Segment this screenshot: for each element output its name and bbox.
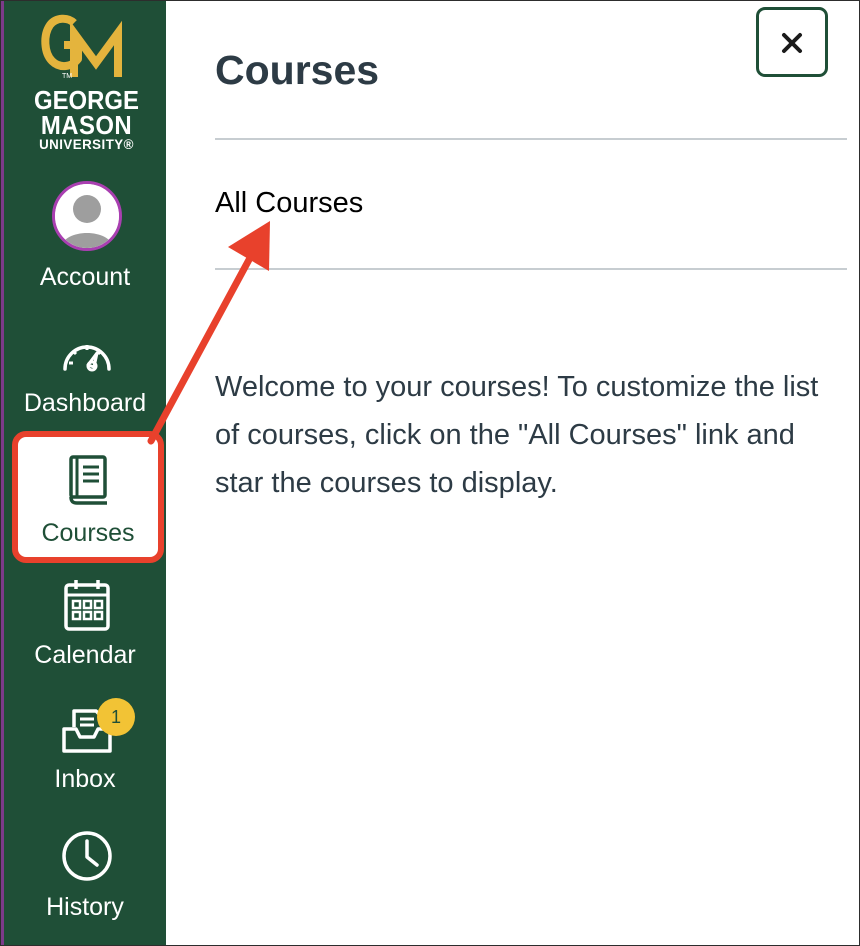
- dashboard-gauge-icon: [62, 345, 111, 372]
- calendar-icon: [63, 580, 110, 631]
- close-tray-button[interactable]: [756, 7, 828, 77]
- tray-title: Courses: [215, 47, 380, 93]
- trademark-mark: TM: [62, 73, 73, 80]
- app-frame: TM GEORGE MASON UNIVERSITY® Account Dash…: [0, 0, 860, 946]
- nav-item-dashboard[interactable]: Dashboard: [4, 321, 169, 431]
- avatar: [52, 181, 122, 251]
- user-silhouette-icon: [55, 184, 119, 248]
- nav-item-history[interactable]: History: [4, 823, 169, 933]
- nav-label-account: Account: [39, 263, 131, 291]
- nav-item-account[interactable]: Account: [4, 171, 169, 301]
- gm-monogram-icon: [41, 14, 122, 77]
- divider-top: [215, 138, 847, 140]
- global-navigation: TM GEORGE MASON UNIVERSITY® Account Dash…: [1, 1, 166, 945]
- nav-label-inbox: Inbox: [54, 765, 116, 793]
- nav-label-history: History: [46, 893, 124, 921]
- nav-item-calendar[interactable]: Calendar: [4, 573, 169, 683]
- logo-line-university: UNIVERSITY®: [39, 136, 134, 152]
- all-courses-link[interactable]: All Courses: [215, 187, 363, 220]
- inbox-unread-badge: 1: [97, 698, 135, 736]
- nav-label-dashboard: Dashboard: [23, 389, 147, 417]
- nav-item-inbox[interactable]: Inbox: [4, 697, 169, 807]
- nav-label-courses: Courses: [41, 519, 135, 547]
- courses-book-icon: [69, 455, 107, 505]
- courses-tray: Courses All Courses Welcome to your cour…: [166, 1, 859, 945]
- george-mason-logo[interactable]: TM GEORGE MASON UNIVERSITY®: [4, 9, 169, 154]
- close-icon: [782, 33, 802, 53]
- nav-item-courses[interactable]: Courses: [12, 431, 164, 563]
- clock-icon: [61, 831, 112, 881]
- welcome-text: Welcome to your courses! To customize th…: [215, 371, 819, 499]
- nav-label-calendar: Calendar: [34, 641, 136, 669]
- divider-bottom: [215, 268, 847, 270]
